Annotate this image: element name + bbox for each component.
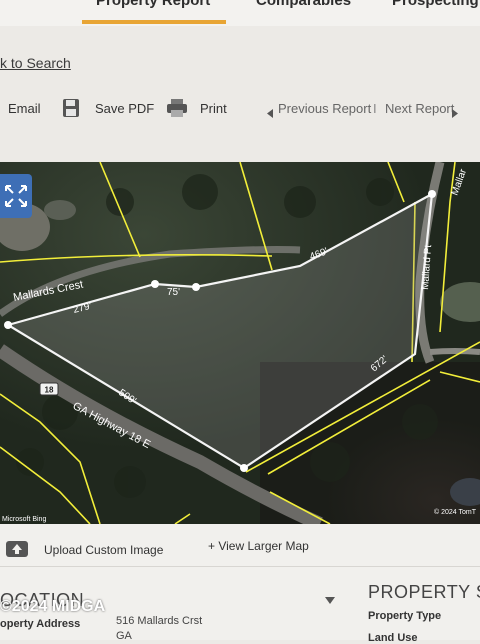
section-divider xyxy=(0,566,480,567)
property-address-value: 516 Mallards Crst xyxy=(116,615,203,627)
property-address-label: operty Address xyxy=(0,618,81,630)
report-toolbar: Email Save PDF Print Previous Report I N… xyxy=(0,92,480,132)
map-canvas: 18 Mallards Crest GA Highway 18 E Mallar… xyxy=(0,162,480,524)
email-button[interactable]: Email xyxy=(8,101,41,116)
save-pdf-button[interactable]: Save PDF xyxy=(95,101,154,116)
caret-right-icon xyxy=(452,105,458,123)
save-icon[interactable] xyxy=(62,98,80,123)
property-section-title: PROPERTY S xyxy=(368,582,480,602)
land-use-label: Land Use xyxy=(368,632,418,644)
dimension-label-75: 75' xyxy=(167,287,180,298)
tab-prospecting[interactable]: Prospecting xyxy=(392,0,479,9)
previous-report-link[interactable]: Previous Report xyxy=(278,101,371,116)
expand-arrows-icon xyxy=(5,185,27,207)
upload-icon[interactable] xyxy=(6,541,28,562)
print-button[interactable]: Print xyxy=(200,101,227,116)
next-report-link[interactable]: Next Report xyxy=(385,101,454,116)
watermark: ©2024 MIDGA xyxy=(0,598,106,615)
tab-property-report[interactable]: Property Report xyxy=(96,0,210,9)
back-to-search-link[interactable]: k to Search xyxy=(0,55,71,71)
expand-map-button[interactable] xyxy=(0,174,32,218)
report-tabs: Property Report Comparables Prospecting xyxy=(0,0,480,26)
route-shield-label: 18 xyxy=(45,386,54,395)
view-larger-map-link[interactable]: + View Larger Map xyxy=(208,539,309,553)
caret-left-icon xyxy=(267,105,273,123)
upload-custom-image-link[interactable]: Upload Custom Image xyxy=(44,543,163,557)
map-attribution-left: Microsoft Bing xyxy=(2,516,46,523)
property-state-value: GA xyxy=(116,630,132,642)
printer-icon[interactable] xyxy=(166,98,188,123)
property-type-label: Property Type xyxy=(368,610,442,622)
caret-down-icon[interactable] xyxy=(325,591,335,609)
toolbar-separator: I xyxy=(373,101,377,116)
map-attribution-right: © 2024 TomT xyxy=(434,508,477,516)
tab-comparables[interactable]: Comparables xyxy=(256,0,351,9)
active-tab-indicator xyxy=(82,20,226,24)
aerial-map[interactable]: 18 Mallards Crest GA Highway 18 E Mallar… xyxy=(0,162,480,524)
